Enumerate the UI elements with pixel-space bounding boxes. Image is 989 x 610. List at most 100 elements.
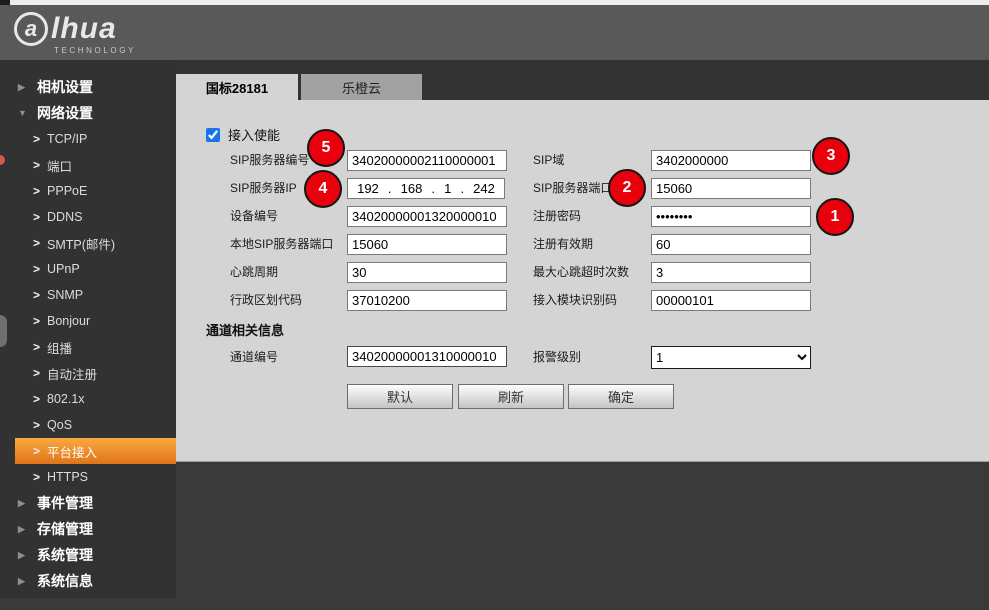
sidebar-item-label: SMTP(邮件) xyxy=(47,234,115,253)
sidebar-item-label: HTTPS xyxy=(47,470,88,484)
field-input[interactable] xyxy=(347,262,507,283)
ip-dot-separator: . xyxy=(431,181,435,196)
sidebar-item-label: 端口 xyxy=(47,156,72,175)
field-label: SIP服务器IP xyxy=(230,178,297,199)
chevron-right-icon: > xyxy=(33,158,40,172)
sidebar-item-smtp[interactable]: >SMTP(邮件) xyxy=(0,230,176,256)
sip-server-ip-input[interactable]: 192. 168. 1. 242 xyxy=(347,178,505,199)
sidebar-item-auto-register[interactable]: > 自动注册 xyxy=(0,360,176,386)
field-label: 注册密码 xyxy=(533,206,581,227)
sidebar-item-label: SNMP xyxy=(47,288,83,302)
field-label: 接入模块识别码 xyxy=(533,290,617,311)
field-input[interactable] xyxy=(347,206,507,227)
sidebar-item-label: 组播 xyxy=(47,338,72,357)
tab-bar: 国标28181 乐橙云 xyxy=(176,60,989,100)
sidebar-item-system-management[interactable]: ▶系统管理 xyxy=(0,542,176,568)
sidebar-item-label: PPPoE xyxy=(47,184,87,198)
sidebar-item-port[interactable]: > 端口 xyxy=(0,152,176,178)
annotation-circle-2: 2 xyxy=(608,169,646,207)
sidebar-item-label: UPnP xyxy=(47,262,80,276)
ip-octet[interactable]: 168 xyxy=(401,181,423,196)
field-input[interactable] xyxy=(651,206,811,227)
field-input[interactable] xyxy=(347,150,507,171)
ip-dot-separator: . xyxy=(388,181,392,196)
sidebar-item-upnp[interactable]: > UPnP xyxy=(0,256,176,282)
field-input[interactable] xyxy=(651,262,811,283)
sidebar-item-qos[interactable]: > QoS xyxy=(0,412,176,438)
sidebar-item-event-management[interactable]: ▶ 事件管理 xyxy=(0,490,176,516)
sidebar-item-system-info[interactable]: ▶系统信息 xyxy=(0,568,176,594)
sidebar-item-label: 存储管理 xyxy=(37,519,93,539)
gb28181-settings-panel: 接入使能 SIP服务器编号 SIP域 SIP服务器IP 192. 168. 1. 242 SI… xyxy=(176,100,989,462)
sidebar-item-label: 自动注册 xyxy=(47,364,97,383)
chevron-right-icon: > xyxy=(33,340,40,354)
ip-dot-separator: . xyxy=(460,181,464,196)
chevron-right-icon: > xyxy=(33,262,40,276)
sidebar-item-multicast[interactable]: > 组播 xyxy=(0,334,176,360)
tab-gb28181[interactable]: 国标28181 xyxy=(176,74,298,100)
field-input[interactable] xyxy=(651,178,811,199)
field-label: 最大心跳超时次数 xyxy=(533,262,629,283)
enable-checkbox[interactable] xyxy=(206,128,220,142)
sidebar-item-label: 网络设置 xyxy=(37,103,93,123)
field-label: 本地SIP服务器端口 xyxy=(230,234,333,255)
header-bar: a lhua TECHNOLOGY xyxy=(0,5,989,60)
channel-section-title: 通道相关信息 xyxy=(206,320,284,339)
field-input[interactable] xyxy=(347,234,507,255)
triangle-right-icon: ▶ xyxy=(18,498,29,509)
ip-octet[interactable]: 1 xyxy=(444,181,451,196)
edge-collapse-handle[interactable] xyxy=(0,315,7,347)
sidebar-item-label: 系统信息 xyxy=(37,571,93,591)
triangle-right-icon: ▶ xyxy=(18,82,29,93)
chevron-right-icon: > xyxy=(33,314,40,328)
field-label: 心跳周期 xyxy=(230,262,278,283)
field-label: 设备编号 xyxy=(230,206,278,227)
dahua-camera-web-ui: a lhua TECHNOLOGY ▶相机设置▼网络设置>TCP/IP>端口>P… xyxy=(0,0,989,610)
sidebar-item-label: 事件管理 xyxy=(37,493,93,513)
sidebar-item-label: 平台接入 xyxy=(47,442,97,461)
refresh-button[interactable]: 刷新 xyxy=(458,384,564,409)
sidebar-item-ddns[interactable]: >DDNS xyxy=(0,204,176,230)
sidebar-item-https[interactable]: >HTTPS xyxy=(0,464,176,490)
logo-wordmark: lhua xyxy=(51,12,117,46)
field-input[interactable] xyxy=(651,234,811,255)
triangle-down-icon: ▼ xyxy=(18,108,29,118)
sidebar-item-snmp[interactable]: > SNMP xyxy=(0,282,176,308)
sidebar-item-label: DDNS xyxy=(47,210,82,224)
sidebar-item-label: 802.1x xyxy=(47,392,85,406)
field-label: 行政区划代码 xyxy=(230,290,302,311)
field-input[interactable] xyxy=(651,150,811,171)
sidebar-item-label: Bonjour xyxy=(47,314,90,328)
sidebar-item-bonjour[interactable]: > Bonjour xyxy=(0,308,176,334)
sidebar-item-camera-settings[interactable]: ▶相机设置 xyxy=(0,74,176,100)
chevron-right-icon: > xyxy=(33,184,40,198)
field-input[interactable] xyxy=(347,290,507,311)
triangle-right-icon: ▶ xyxy=(18,550,29,561)
sidebar-item-label: TCP/IP xyxy=(47,132,87,146)
alarm-level-select[interactable]: 1 xyxy=(651,346,811,369)
field-input[interactable] xyxy=(651,290,811,311)
channel-id-input[interactable] xyxy=(347,346,507,367)
tab-lechange[interactable]: 乐橙云 xyxy=(301,74,422,100)
sidebar-item-storage-management[interactable]: ▶存储管理 xyxy=(0,516,176,542)
ip-octet[interactable]: 242 xyxy=(473,181,495,196)
alarm-level-label: 报警级别 xyxy=(533,347,581,368)
chevron-right-icon: > xyxy=(33,288,40,302)
default-button[interactable]: 默认 xyxy=(347,384,453,409)
chevron-right-icon: > xyxy=(33,418,40,432)
field-label: SIP服务器编号 xyxy=(230,150,309,171)
annotation-circle-3: 3 xyxy=(812,137,850,175)
field-label: SIP域 xyxy=(533,150,564,171)
sidebar-item-label: QoS xyxy=(47,418,72,432)
sidebar-item-tcpip[interactable]: >TCP/IP xyxy=(0,126,176,152)
annotation-circle-4: 4 xyxy=(304,170,342,208)
field-label: SIP服务器端口 xyxy=(533,178,612,199)
sidebar-item-network-settings[interactable]: ▼ 网络设置 xyxy=(0,100,176,126)
chevron-right-icon: > xyxy=(33,366,40,380)
enable-row: 接入使能 xyxy=(206,125,280,144)
ip-octet[interactable]: 192 xyxy=(357,181,379,196)
sidebar-item-pppoe[interactable]: > PPPoE xyxy=(0,178,176,204)
sidebar-item-platform-access[interactable]: >平台接入 xyxy=(15,438,176,464)
sidebar-item-8021x[interactable]: >802.1x xyxy=(0,386,176,412)
confirm-button[interactable]: 确定 xyxy=(568,384,674,409)
